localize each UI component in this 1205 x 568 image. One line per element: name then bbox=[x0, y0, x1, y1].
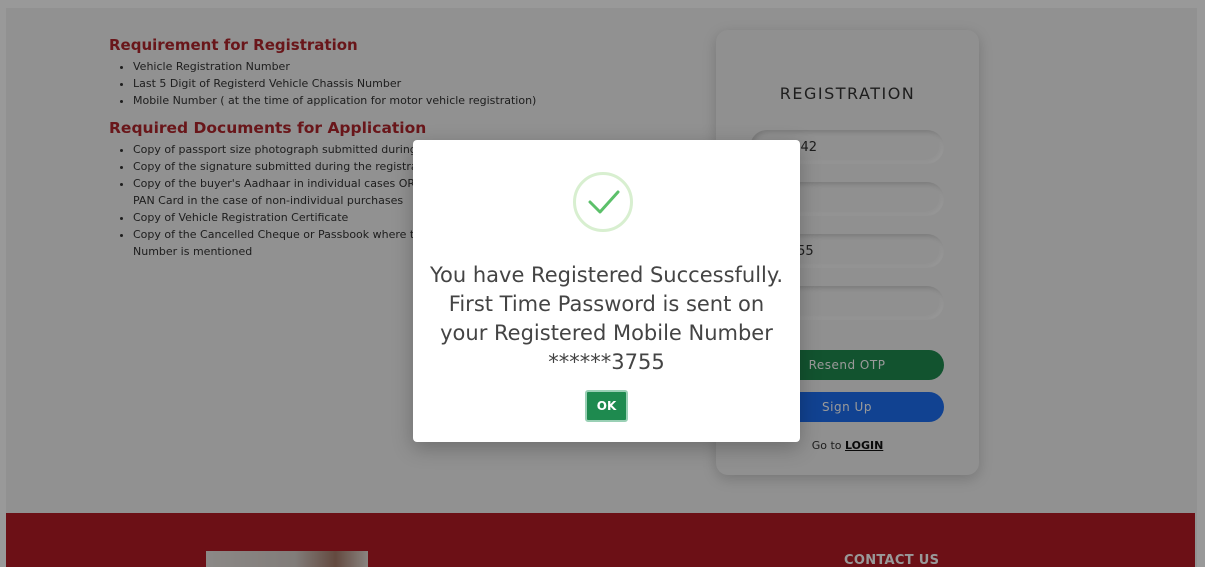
success-modal: You have Registered Successfully. First … bbox=[413, 140, 800, 442]
masked-mobile-number: ******3755 bbox=[548, 350, 665, 374]
checkmark-glyph bbox=[588, 190, 620, 214]
success-message: You have Registered Successfully. First … bbox=[423, 261, 790, 377]
success-message-text: You have Registered Successfully. First … bbox=[429, 263, 783, 345]
ok-button[interactable]: OK bbox=[585, 390, 628, 422]
checkmark-icon bbox=[573, 172, 633, 232]
